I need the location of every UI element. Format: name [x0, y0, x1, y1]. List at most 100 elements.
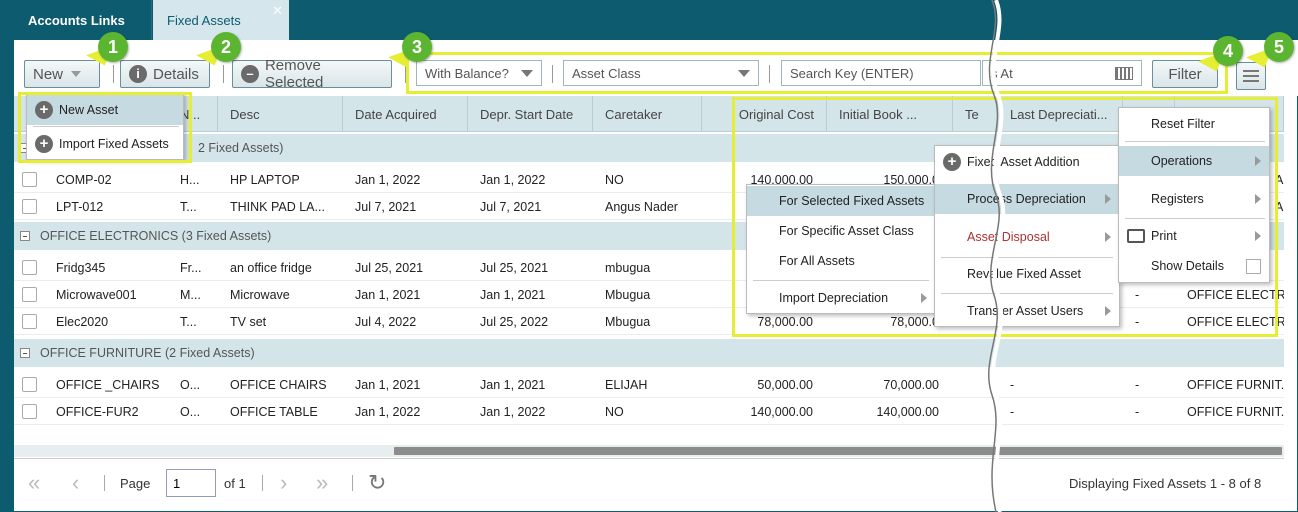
page-number-input[interactable]: [166, 469, 216, 497]
cell-desc: OFFICE TABLE: [230, 404, 318, 419]
prev-page-icon[interactable]: ‹: [72, 469, 79, 497]
cell-n: M...: [180, 287, 201, 302]
column-header[interactable]: Caretaker: [593, 96, 702, 132]
row-checkbox[interactable]: [22, 172, 37, 187]
cell-code: Microwave001: [56, 287, 137, 302]
cell-original-cost: 50,000.00: [757, 377, 813, 392]
divider: [262, 475, 263, 491]
cell-n: O...: [180, 377, 201, 392]
tab-bar: Accounts Links Fixed Assets ✕: [0, 0, 1298, 40]
group-label: 2 Fixed Assets): [198, 141, 284, 155]
cell-desc: an office fridge: [230, 260, 312, 275]
cell-desc: THINK PAD LA...: [230, 199, 325, 214]
cell-n: H...: [180, 172, 200, 187]
cell-date-acquired: Jan 1, 2022: [355, 172, 421, 187]
cell-n: Fr...: [180, 260, 202, 275]
row-checkbox[interactable]: [22, 404, 37, 419]
column-header[interactable]: Date Acquired: [343, 96, 468, 132]
cell-code: OFFICE-FUR2: [56, 404, 139, 419]
cell-dash: -: [1135, 404, 1140, 419]
cell-code: Elec2020: [56, 314, 109, 329]
callout-options-menus: [732, 97, 1278, 337]
cell-caretaker: Angus Nader: [605, 199, 678, 214]
cell-depr-start: Jul 25, 2022: [480, 314, 549, 329]
last-page-icon[interactable]: »: [316, 469, 328, 497]
cell-caretaker: ELIJAH: [605, 377, 648, 392]
tab-accounts-links[interactable]: Accounts Links: [14, 0, 152, 40]
tab-label: Fixed Assets: [167, 12, 241, 28]
group-label: OFFICE FURNITURE (2 Fixed Assets): [40, 346, 255, 360]
cell-caretaker: NO: [605, 404, 624, 419]
details-label: Details: [153, 65, 199, 83]
column-header[interactable]: Desc: [218, 96, 343, 132]
divider: [104, 475, 105, 491]
cell-caretaker: Mbugua: [605, 314, 651, 329]
divider: [352, 475, 353, 491]
cell-code: OFFICE _CHAIRS: [56, 377, 160, 392]
cell-caretaker: Mbugua: [605, 287, 651, 302]
remove-label: Remove Selected: [264, 57, 324, 91]
cell-date-acquired: Jul 25, 2021: [355, 260, 424, 275]
display-info: Displaying Fixed Assets 1 - 8 of 8: [1069, 475, 1262, 491]
cell-asset-class: OFFICE FURNIT...: [1187, 377, 1284, 392]
cell-depr-start: Jul 25, 2021: [480, 260, 549, 275]
callout-badge-5: 5: [1264, 32, 1294, 62]
tab-label: Accounts Links: [28, 12, 125, 28]
next-page-icon[interactable]: ›: [280, 469, 287, 497]
cell-desc: HP LAPTOP: [230, 172, 300, 187]
cell-dash: -: [1135, 377, 1140, 392]
details-button[interactable]: i Details: [120, 60, 210, 88]
horizontal-scrollbar[interactable]: [14, 445, 1284, 457]
cell-depr-start: Jul 7, 2021: [480, 199, 542, 214]
cell-code: Fridg345: [56, 260, 106, 275]
table-row[interactable]: OFFICE-FUR2 O... OFFICE TABLE Jan 1, 202…: [14, 398, 1284, 425]
chevron-down-icon: [71, 71, 82, 77]
cell-desc: OFFICE CHAIRS: [230, 377, 327, 392]
row-checkbox[interactable]: [22, 377, 37, 392]
group-header[interactable]: OFFICE FURNITURE (2 Fixed Assets): [14, 339, 1284, 367]
remove-selected-button[interactable]: – Remove Selected: [232, 57, 392, 91]
cell-n: O...: [180, 404, 201, 419]
first-page-icon[interactable]: «: [28, 469, 40, 497]
close-icon[interactable]: ✕: [272, 3, 283, 19]
row-checkbox[interactable]: [22, 287, 37, 302]
cell-date-acquired: Jan 1, 2022: [355, 404, 421, 419]
cell-last-depreciation: -: [1010, 404, 1015, 419]
cell-asset-class: OFFICE FURNIT...: [1187, 404, 1284, 419]
cell-original-cost: 140,000.00: [750, 404, 813, 419]
table-row[interactable]: OFFICE _CHAIRS O... OFFICE CHAIRS Jan 1,…: [14, 371, 1284, 398]
row-checkbox[interactable]: [22, 199, 37, 214]
cell-date-acquired: Jan 1, 2021: [355, 287, 421, 302]
callout-new-menu: [18, 92, 192, 163]
pagination-bar: « ‹ Page of 1 › » ↻ Displaying Fixed Ass…: [14, 458, 1284, 508]
cell-caretaker: NO: [605, 172, 624, 187]
refresh-icon[interactable]: ↻: [368, 469, 386, 497]
column-header[interactable]: Depr. Start Date: [468, 96, 593, 132]
minus-circle-icon: –: [241, 65, 259, 83]
callout-badge-2: 2: [211, 32, 241, 62]
group-label: OFFICE ELECTRONICS (3 Fixed Assets): [40, 229, 272, 243]
left-border: [0, 40, 14, 512]
cell-date-acquired: Jul 4, 2022: [355, 314, 417, 329]
callout-badge-1: 1: [98, 32, 128, 62]
collapse-icon[interactable]: [20, 348, 30, 358]
callout-filters: [406, 52, 1228, 94]
divider: [223, 65, 224, 83]
callout-badge-3: 3: [402, 32, 432, 62]
cell-code: COMP-02: [56, 172, 112, 187]
callout-badge-4: 4: [1213, 36, 1243, 66]
row-checkbox[interactable]: [22, 314, 37, 329]
cell-date-acquired: Jan 1, 2021: [355, 377, 421, 392]
page-count: of 1: [224, 475, 246, 491]
cell-depr-start: Jan 1, 2021: [480, 377, 546, 392]
row-checkbox[interactable]: [22, 260, 37, 275]
cell-n: T...: [180, 199, 197, 214]
cell-date-acquired: Jul 7, 2021: [355, 199, 417, 214]
cell-caretaker: mbugua: [605, 260, 651, 275]
cell-depr-start: Jan 1, 2021: [480, 287, 546, 302]
scrollbar-thumb[interactable]: [394, 447, 1282, 455]
divider: [113, 65, 114, 83]
collapse-icon[interactable]: [20, 231, 30, 241]
new-label: New: [33, 65, 64, 83]
cell-initial-book: 140,000.00: [876, 404, 939, 419]
